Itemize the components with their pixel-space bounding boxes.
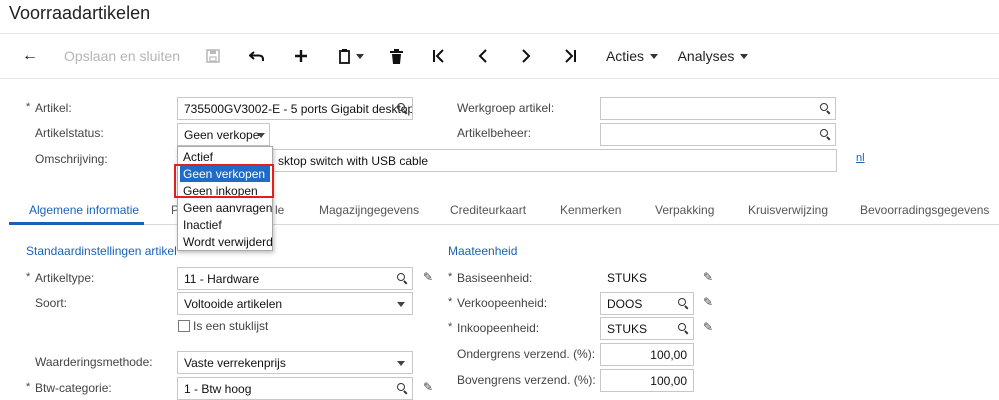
tab-magazijngegevens[interactable]: Magazijngegevens [319, 203, 419, 217]
omschrijving-input[interactable]: sktop switch with USB cable [177, 149, 837, 172]
artikel-label: Artikel: [35, 101, 72, 115]
artikelstatus-label: Artikelstatus: [35, 126, 104, 140]
edit-icon[interactable]: ✎ [423, 380, 433, 394]
save-icon[interactable] [202, 34, 224, 78]
analyses-menu[interactable]: Analyses [675, 34, 751, 78]
tab-verpakking[interactable]: Verpakking [655, 203, 714, 217]
ondergrens-label: Ondergrens verzend. (%): [457, 347, 596, 361]
bovengrens-input[interactable]: 100,00 [600, 369, 694, 392]
copy-paste-icon[interactable] [333, 34, 369, 78]
search-icon[interactable] [397, 103, 408, 114]
omschrijving-label: Omschrijving: [35, 152, 108, 166]
artikeltype-label: Artikeltype: [35, 271, 95, 285]
soort-select[interactable]: Voltooide artikelen [177, 292, 413, 315]
stuklijst-checkbox[interactable] [178, 320, 190, 332]
tab-le[interactable]: le [275, 203, 284, 217]
search-icon[interactable] [678, 298, 689, 309]
standaard-section-title: Standaardinstellingen artikel [26, 244, 177, 258]
btw-input[interactable]: 1 - Btw hoog [177, 377, 413, 400]
back-icon[interactable]: ← [18, 34, 42, 78]
chevron-down-icon[interactable] [397, 302, 405, 307]
required-marker: * [448, 271, 453, 283]
werkgroep-label: Werkgroep artikel: [457, 101, 555, 115]
search-icon[interactable] [678, 323, 689, 334]
chevron-down-icon[interactable] [257, 133, 265, 138]
actions-menu[interactable]: Acties [603, 34, 661, 78]
search-icon[interactable] [820, 103, 831, 114]
delete-icon[interactable] [386, 34, 406, 78]
artikelbeheer-input[interactable] [600, 123, 836, 146]
tab-kenmerken[interactable]: Kenmerken [560, 203, 621, 217]
active-tab-indicator [9, 222, 144, 225]
tab-kruisverwijzing[interactable]: Kruisverwijzing [748, 203, 828, 217]
analyses-menu-label: Analyses [677, 48, 735, 64]
dropdown-option-wordt-verwijderd[interactable]: Wordt verwijderd [180, 233, 273, 250]
artikeltype-input[interactable]: 11 - Hardware [177, 267, 413, 290]
artikelbeheer-label: Artikelbeheer: [457, 126, 532, 140]
waardering-select[interactable]: Vaste verrekenprijs [177, 351, 413, 374]
previous-record-icon[interactable] [472, 34, 494, 78]
edit-icon[interactable]: ✎ [703, 295, 713, 309]
stuklijst-label: Is een stuklijst [193, 319, 269, 333]
artikelstatus-dropdown-list: Actief Geen verkopen Geen inkopen Geen a… [177, 146, 273, 251]
edit-icon[interactable]: ✎ [423, 270, 433, 284]
edit-icon[interactable]: ✎ [703, 270, 713, 284]
dropdown-option-inactief[interactable]: Inactief [180, 216, 270, 233]
search-icon[interactable] [397, 383, 408, 394]
first-record-icon[interactable] [428, 34, 450, 78]
required-marker: * [26, 381, 31, 393]
inkoopeenheid-label: Inkoopeenheid: [457, 321, 540, 335]
add-icon[interactable] [290, 34, 312, 78]
next-record-icon[interactable] [515, 34, 537, 78]
chevron-down-icon[interactable] [397, 361, 405, 366]
dropdown-option-geen-aanvragen[interactable]: Geen aanvragen [180, 199, 272, 216]
artikel-input[interactable]: 735500GV3002-E - 5 ports Gigabit desktop [177, 97, 413, 120]
highlight-box [174, 164, 274, 198]
btw-label: Btw-categorie: [35, 381, 112, 395]
basiseenheid-value: STUKS [607, 271, 648, 285]
ondergrens-input[interactable]: 100,00 [600, 343, 694, 366]
undo-icon[interactable] [246, 34, 268, 78]
edit-icon[interactable]: ✎ [703, 320, 713, 334]
soort-label: Soort: [35, 296, 68, 310]
required-marker: * [448, 321, 453, 333]
required-marker: * [448, 296, 453, 308]
search-icon[interactable] [820, 129, 831, 140]
tab-bar: Algemene informatie P le Magazijngegeven… [9, 197, 999, 225]
tab-crediteurkaart[interactable]: Crediteurkaart [450, 203, 526, 217]
dropdown-option-actief[interactable]: Actief [180, 148, 270, 165]
werkgroep-input[interactable] [600, 97, 836, 120]
bovengrens-label: Bovengrens verzend. (%): [457, 373, 596, 387]
chevron-down-icon [740, 53, 749, 59]
chevron-down-icon [650, 53, 659, 59]
verkoopeenheid-label: Verkoopeenheid: [457, 296, 548, 310]
save-close-button[interactable]: Opslaan en sluiten [62, 34, 182, 78]
actions-menu-label: Acties [605, 48, 645, 64]
maateenheid-section-title: Maateenheid [448, 244, 518, 258]
toolbar: ← Opslaan en sluiten Acties Analyses [0, 33, 999, 79]
required-marker: * [26, 271, 31, 283]
tab-algemene-informatie[interactable]: Algemene informatie [29, 203, 139, 217]
page-title: Voorraadartikelen [9, 3, 151, 23]
search-icon[interactable] [397, 273, 408, 284]
waardering-label: Waarderingsmethode: [35, 355, 153, 369]
required-marker: * [26, 101, 31, 113]
last-record-icon[interactable] [559, 34, 581, 78]
tab-bevoorradingsgegevens[interactable]: Bevoorradingsgegevens [860, 203, 989, 217]
basiseenheid-label: Basiseenheid: [457, 271, 533, 285]
language-link[interactable]: nl [856, 152, 865, 164]
